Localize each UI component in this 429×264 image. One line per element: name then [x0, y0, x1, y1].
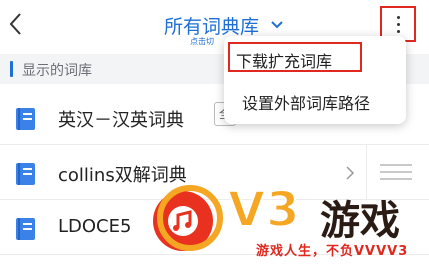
book-icon	[16, 218, 35, 240]
menu-item-label: 下载扩充词库	[236, 52, 333, 71]
watermark-slogan: 游戏人生，不负VVVV3	[256, 244, 409, 259]
app-window: 所有词典库 点击切 显示的词库 英汉－汉英词典 全	[0, 0, 429, 264]
section-label: 显示的词库	[22, 63, 92, 79]
chevron-left-icon	[9, 13, 21, 35]
menu-item-download-dictionaries[interactable]: 下载扩充词库	[228, 42, 362, 72]
page-subtitle: 点击切	[190, 37, 214, 46]
dictionary-name: LDOCE5	[58, 216, 132, 237]
chevron-down-icon	[271, 21, 283, 29]
page-title: 所有词典库	[164, 16, 260, 38]
book-icon	[16, 163, 35, 185]
dictionary-name: 英汉－汉英词典	[58, 110, 184, 131]
watermark-brand: V3	[227, 181, 301, 239]
back-button[interactable]	[6, 10, 28, 38]
menu-item-set-external-path[interactable]: 设置外部词库路径	[228, 86, 398, 116]
section-accent-bar	[10, 61, 13, 77]
book-icon	[16, 108, 35, 130]
watermark-logo	[153, 185, 223, 251]
menu-item-label: 设置外部词库路径	[242, 94, 371, 113]
options-menu: 下载扩充词库 设置外部词库路径	[224, 36, 406, 124]
watermark-name: 游戏	[320, 198, 400, 244]
watermark: V3 游戏 游戏人生，不负VVVV3	[140, 178, 429, 264]
